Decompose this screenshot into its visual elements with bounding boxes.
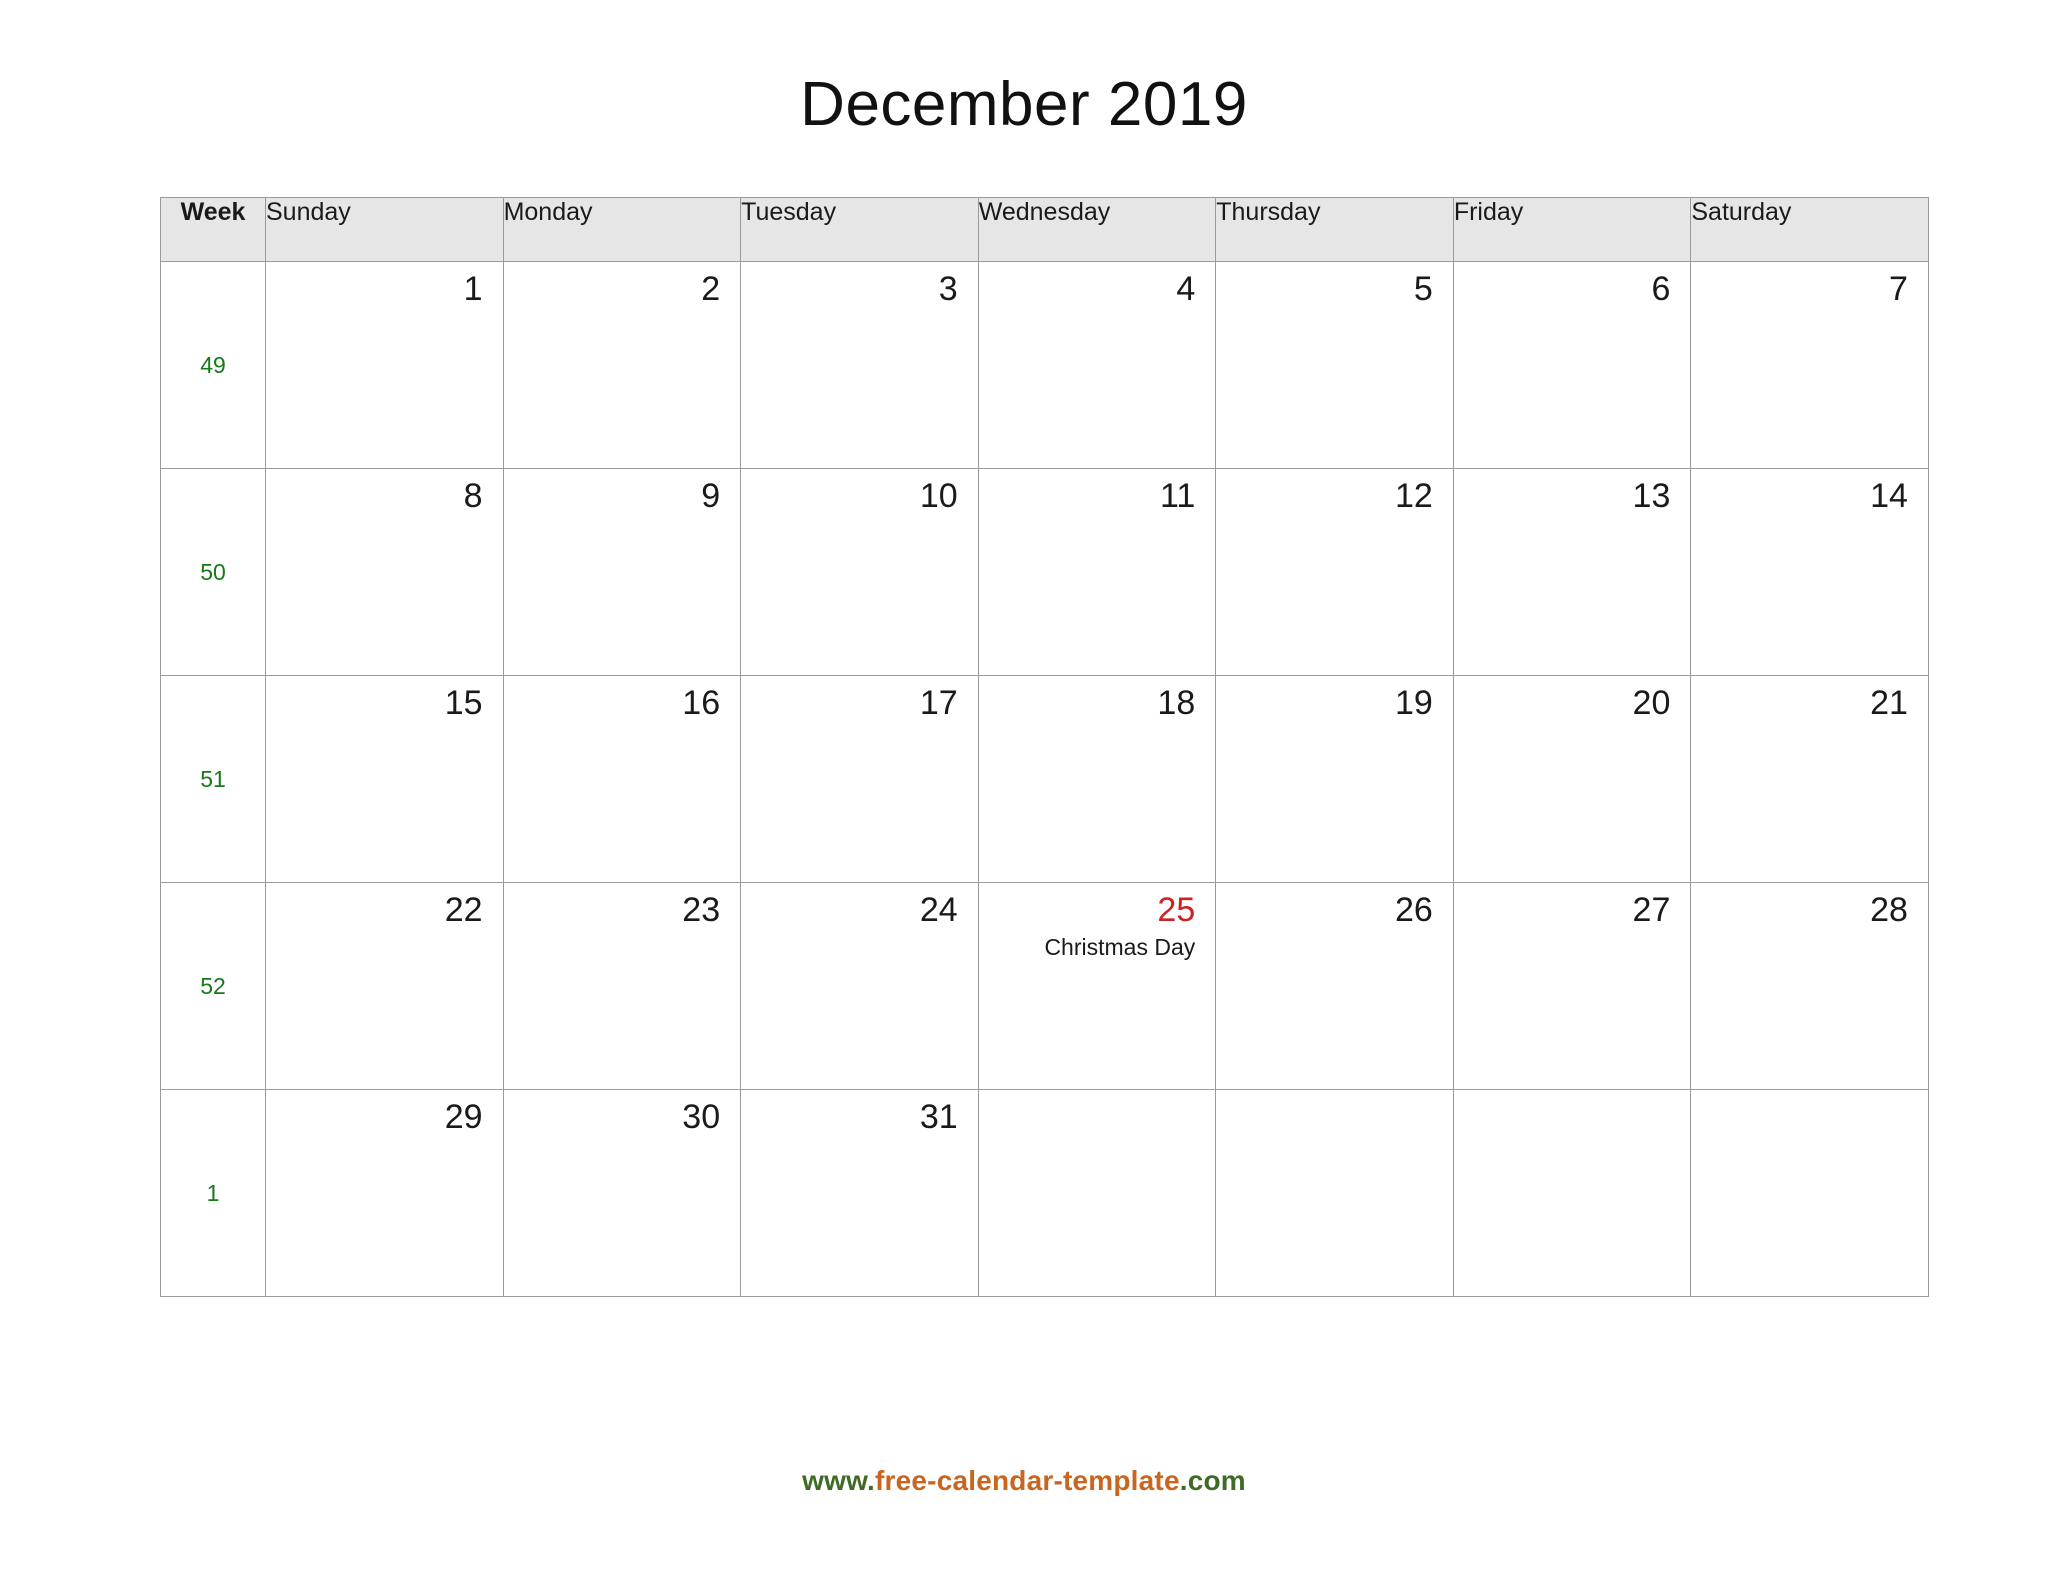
- day-number: 19: [1394, 684, 1433, 722]
- day-number: 29: [444, 1098, 483, 1136]
- day-number: 9: [701, 477, 721, 515]
- day-number: 11: [1159, 477, 1196, 515]
- day-number: 14: [1870, 477, 1908, 515]
- day-cell[interactable]: 13: [1452, 468, 1692, 676]
- calendar-page: December 2019 Week Sunday Monday Tuesday…: [0, 0, 2048, 1583]
- day-cell[interactable]: 22: [265, 882, 504, 1090]
- day-event: Christmas Day: [1044, 933, 1196, 960]
- day-cell[interactable]: 19: [1215, 675, 1454, 883]
- day-cell[interactable]: 5: [1215, 261, 1454, 469]
- calendar-grid: Week Sunday Monday Tuesday Wednesday Thu…: [160, 197, 1929, 1297]
- day-number: 13: [1632, 477, 1671, 515]
- calendar-week-row: 51 15 16 17 18 19 20 21: [160, 675, 1929, 883]
- day-cell[interactable]: 23: [502, 882, 742, 1090]
- day-cell[interactable]: 29: [265, 1089, 504, 1297]
- footer-tld: .com: [1179, 1465, 1246, 1496]
- calendar-week-row: 1 29 30 31: [160, 1089, 1929, 1297]
- day-number: 26: [1394, 891, 1433, 929]
- day-cell[interactable]: 9: [502, 468, 742, 676]
- day-number: 18: [1157, 684, 1196, 722]
- day-cell[interactable]: 11: [977, 468, 1217, 676]
- day-cell-christmas[interactable]: 25 Christmas Day: [977, 882, 1217, 1090]
- day-cell[interactable]: 18: [977, 675, 1217, 883]
- week-number-cell: 50: [160, 468, 266, 676]
- day-cell[interactable]: 8: [265, 468, 504, 676]
- column-header-monday: Monday: [502, 197, 742, 262]
- day-cell[interactable]: 24: [740, 882, 979, 1090]
- day-cell[interactable]: 2: [502, 261, 742, 469]
- day-number: 2: [701, 270, 721, 308]
- week-number-cell: 51: [160, 675, 266, 883]
- day-cell[interactable]: 4: [977, 261, 1217, 469]
- day-number: 7: [1889, 270, 1908, 308]
- day-cell-empty[interactable]: [1215, 1089, 1454, 1297]
- day-cell[interactable]: 28: [1690, 882, 1929, 1090]
- day-cell[interactable]: 14: [1690, 468, 1929, 676]
- day-number: 16: [682, 684, 721, 722]
- day-number: 10: [919, 477, 958, 515]
- column-header-saturday: Saturday: [1690, 197, 1929, 262]
- day-number: 4: [1176, 270, 1196, 308]
- footer-prefix: www.: [802, 1465, 875, 1496]
- day-number: 27: [1632, 891, 1671, 929]
- footer-domain: free-calendar-template: [875, 1465, 1180, 1496]
- day-number: 5: [1413, 270, 1433, 308]
- day-cell-empty[interactable]: [977, 1089, 1217, 1297]
- footer-website-link[interactable]: www.free-calendar-template.com: [0, 1465, 2048, 1497]
- day-number: 15: [444, 684, 483, 722]
- day-number: 3: [938, 270, 958, 308]
- column-header-sunday: Sunday: [265, 197, 504, 262]
- day-number: 1: [463, 270, 483, 308]
- day-cell[interactable]: 1: [265, 261, 504, 469]
- day-cell[interactable]: 10: [740, 468, 979, 676]
- day-cell[interactable]: 16: [502, 675, 742, 883]
- column-header-tuesday: Tuesday: [740, 197, 979, 262]
- day-number: 23: [682, 891, 721, 929]
- week-number-cell: 49: [160, 261, 266, 469]
- day-cell[interactable]: 7: [1690, 261, 1929, 469]
- calendar-week-row: 49 1 2 3 4 5 6 7: [160, 261, 1929, 469]
- calendar-week-row: 50 8 9 10 11 12 13 14: [160, 468, 1929, 676]
- column-header-week: Week: [160, 197, 266, 262]
- day-number: 12: [1394, 477, 1433, 515]
- calendar-body: 49 1 2 3 4 5 6 7 50 8 9 10 11 12 13 14 5…: [160, 261, 1929, 1297]
- day-cell-empty[interactable]: [1690, 1089, 1929, 1297]
- day-number: 30: [682, 1098, 721, 1136]
- day-cell[interactable]: 30: [502, 1089, 742, 1297]
- day-number: 28: [1870, 891, 1908, 929]
- day-cell-empty[interactable]: [1452, 1089, 1692, 1297]
- week-number-cell: 1: [160, 1089, 266, 1297]
- page-title: December 2019: [800, 70, 1248, 139]
- day-number: 31: [919, 1098, 958, 1136]
- day-cell[interactable]: 27: [1452, 882, 1692, 1090]
- calendar-week-row: 52 22 23 24 25 Christmas Day 26 27 28: [160, 882, 1929, 1090]
- column-header-thursday: Thursday: [1215, 197, 1454, 262]
- week-number-cell: 52: [160, 882, 266, 1090]
- calendar-header-row: Week Sunday Monday Tuesday Wednesday Thu…: [160, 197, 1929, 262]
- day-number: 6: [1651, 270, 1671, 308]
- day-number: 8: [463, 477, 483, 515]
- day-cell[interactable]: 21: [1690, 675, 1929, 883]
- day-cell[interactable]: 6: [1452, 261, 1692, 469]
- day-number: 17: [919, 684, 958, 722]
- day-number: 21: [1870, 684, 1908, 722]
- column-header-friday: Friday: [1452, 197, 1692, 262]
- day-cell[interactable]: 31: [740, 1089, 979, 1297]
- day-cell[interactable]: 12: [1215, 468, 1454, 676]
- day-cell[interactable]: 26: [1215, 882, 1454, 1090]
- day-number: 25: [1157, 891, 1196, 929]
- day-number: 20: [1632, 684, 1671, 722]
- day-number: 24: [919, 891, 958, 929]
- column-header-wednesday: Wednesday: [977, 197, 1217, 262]
- day-cell[interactable]: 17: [740, 675, 979, 883]
- day-number: 22: [444, 891, 483, 929]
- day-cell[interactable]: 15: [265, 675, 504, 883]
- day-cell[interactable]: 20: [1452, 675, 1692, 883]
- day-cell[interactable]: 3: [740, 261, 979, 469]
